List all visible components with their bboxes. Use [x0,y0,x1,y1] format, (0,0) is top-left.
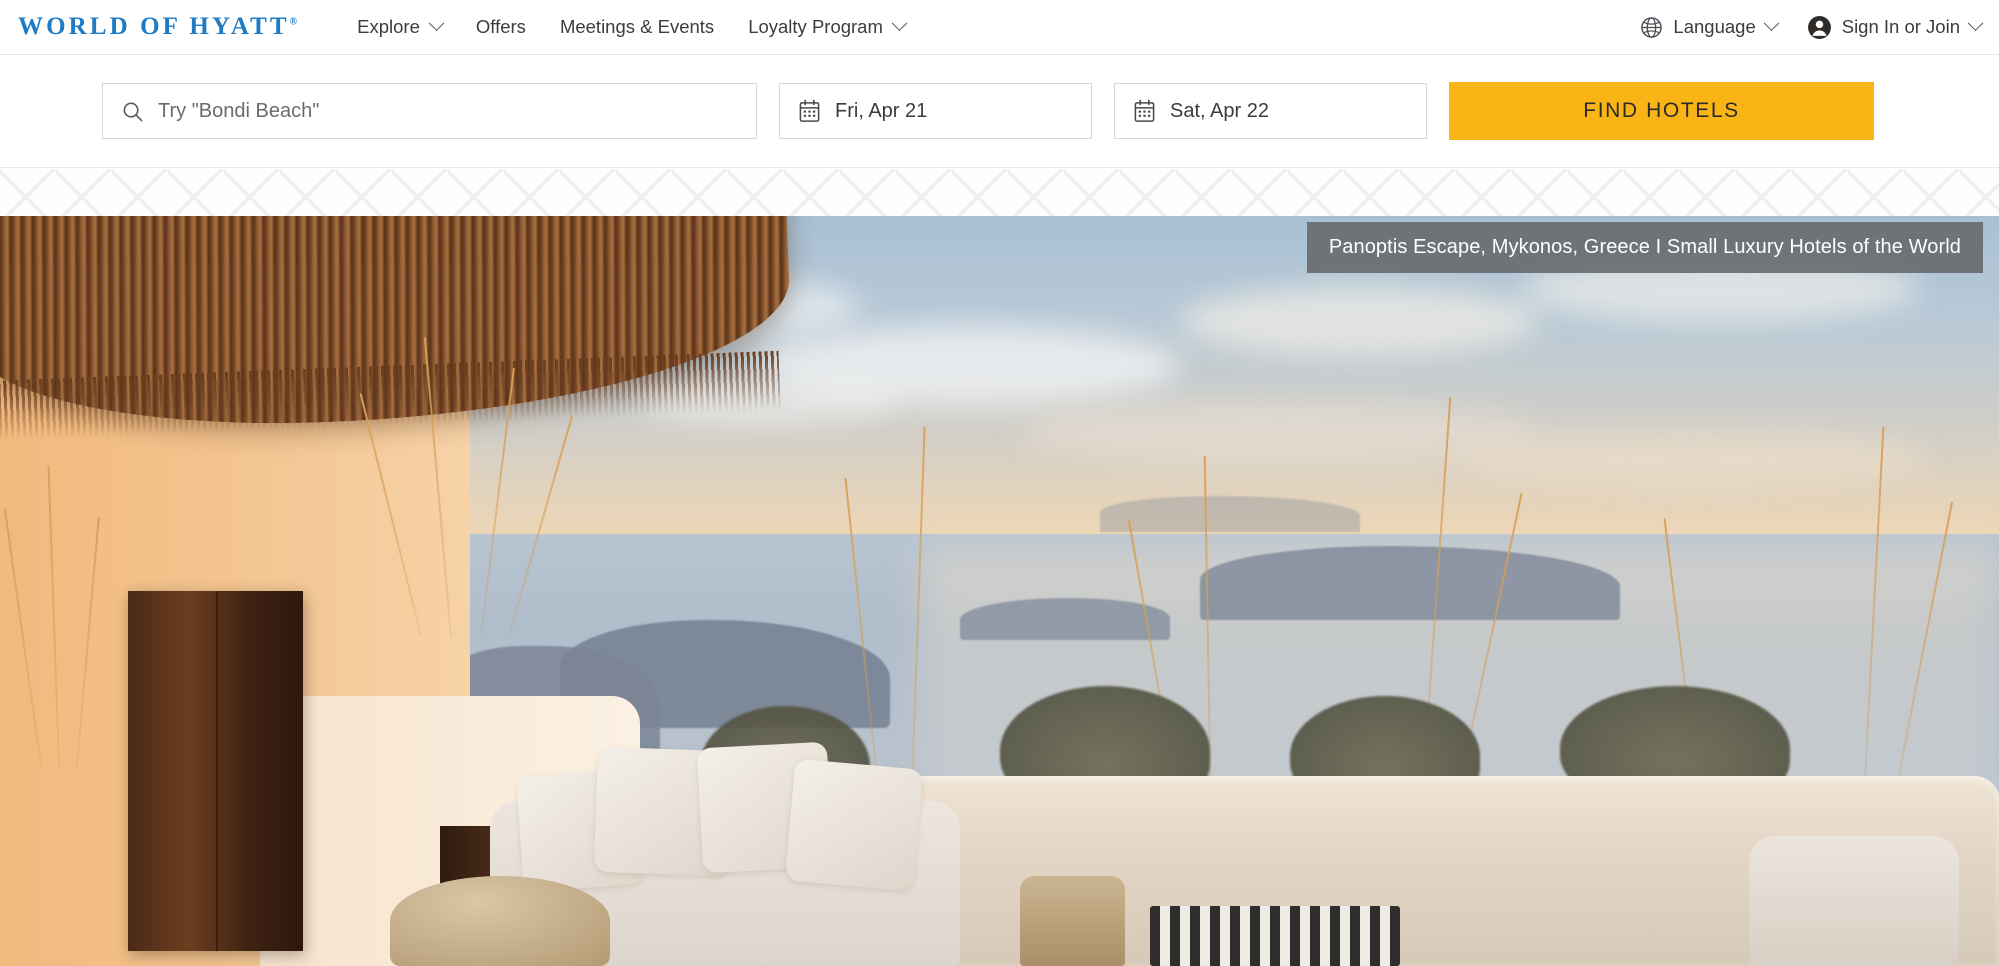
language-selector[interactable]: Language [1640,14,1780,39]
search-input[interactable] [158,99,738,123]
destination-field[interactable] [102,83,757,139]
check-out-date-value: Sat, Apr 22 [1170,99,1269,122]
nav-item-label: Offers [475,16,526,37]
sign-in-or-join[interactable]: Sign In or Join [1807,14,1984,40]
chevron-down-icon [891,14,908,31]
distant-island [1100,496,1360,532]
hotel-search-bar: Fri, Apr 21 Sat, Apr 22 FIND HOTELS [0,55,1999,168]
nav-item-loyalty-program[interactable]: Loyalty Program [748,14,908,38]
striped-bench [1150,906,1400,966]
search-icon [123,102,143,121]
cloud [1180,286,1540,356]
chevron-down-icon [1763,14,1780,31]
globe-icon [1641,16,1663,38]
sofa-cushion [784,758,924,892]
sign-in-label: Sign In or Join [1841,16,1960,37]
registered-trademark-icon: ® [289,16,298,28]
decorative-pattern-band [0,169,1999,219]
nav-item-label: Meetings & Events [559,16,715,37]
find-hotels-button[interactable]: FIND HOTELS [1449,82,1874,140]
check-in-date-field[interactable]: Fri, Apr 21 [779,83,1092,139]
logo-text: WORLD OF HYATT [18,13,290,40]
chevron-down-icon [1967,14,1984,31]
nav-item-explore[interactable]: Explore [357,14,445,38]
nav-item-offers[interactable]: Offers [476,16,526,38]
check-out-date-field[interactable]: Sat, Apr 22 [1114,83,1427,139]
side-basket [1020,876,1125,966]
nav-item-meetings-events[interactable]: Meetings & Events [560,16,714,38]
hero-image: Panoptis Escape, Mykonos, Greece I Small… [0,216,1999,966]
nav-item-label: Loyalty Program [748,16,883,37]
chevron-down-icon [428,14,445,31]
site-header: WORLD OF HYATT® Explore Offers Meetings … [0,0,1999,55]
hero-caption: Panoptis Escape, Mykonos, Greece I Small… [1306,222,1983,273]
hero-section: Panoptis Escape, Mykonos, Greece I Small… [0,216,1999,966]
headland-island [960,598,1170,640]
header-utility-nav: Language Sign In or Join [1640,14,1984,40]
cloud [1450,431,1930,487]
woven-pouf [390,876,610,966]
outdoor-chair [1749,836,1959,966]
calendar-icon [1134,99,1155,122]
nav-item-label: Explore [357,16,420,37]
primary-nav: Explore Offers Meetings & Events Loyalty… [357,14,908,38]
world-of-hyatt-logo[interactable]: WORLD OF HYATT® [18,13,297,41]
wooden-cabinet [128,591,303,951]
user-avatar-icon [1807,15,1831,39]
language-label: Language [1673,16,1756,37]
check-in-date-value: Fri, Apr 21 [835,99,928,122]
calendar-icon [799,99,820,122]
